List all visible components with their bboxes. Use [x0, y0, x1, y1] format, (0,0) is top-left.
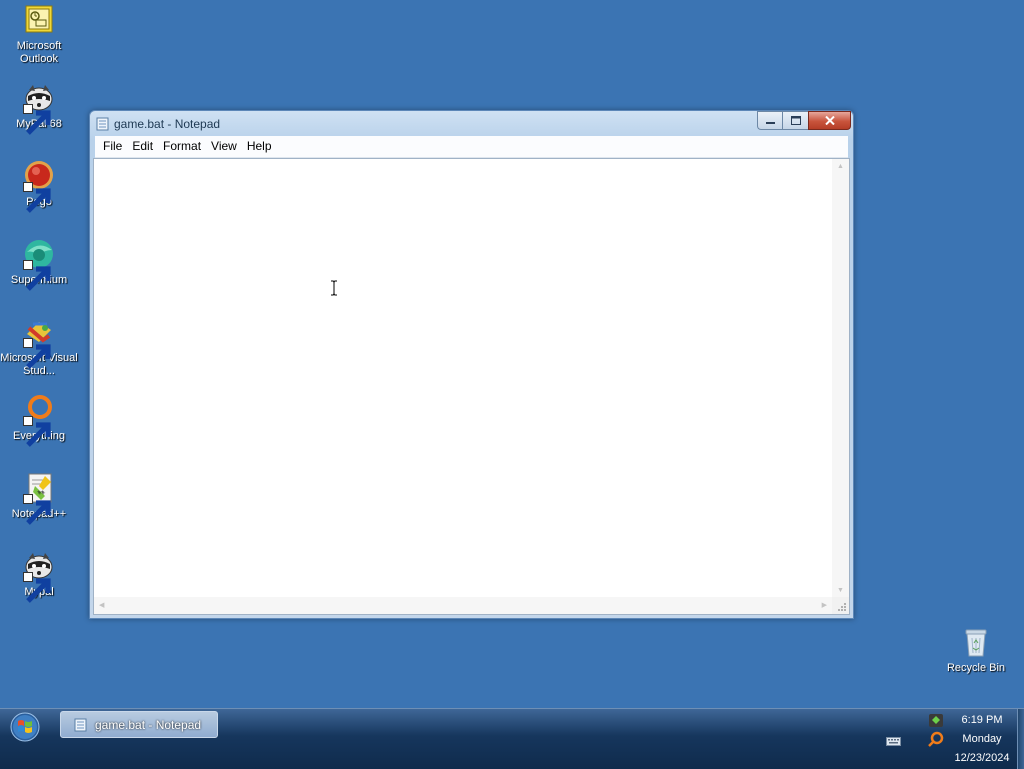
- desktop-icon-visual-studio[interactable]: Microsoft Visual Stud...: [0, 316, 78, 378]
- notepadplusplus-icon: ++: [23, 472, 55, 525]
- resize-grip-icon: [838, 603, 846, 611]
- everything-icon: [23, 394, 55, 447]
- keyboard-icon[interactable]: [886, 737, 901, 746]
- desktop-icon-label: Microsoft Outlook: [16, 40, 62, 65]
- maximize-icon: [790, 116, 801, 125]
- notepad-window[interactable]: game.bat - Notepad File Edit Format View…: [89, 110, 854, 619]
- supermium-icon: [23, 238, 55, 291]
- menu-view[interactable]: View: [206, 136, 242, 157]
- desktop-icon-label: Recycle Bin: [946, 662, 1006, 674]
- desktop-icon-notepadplusplus[interactable]: ++ Notepad++: [0, 472, 78, 525]
- shortcut-arrow-icon: [23, 494, 51, 525]
- vertical-scrollbar[interactable]: ▲ ▼: [832, 159, 849, 597]
- shortcut-arrow-icon: [23, 104, 51, 135]
- clock-date: 12/23/2024: [954, 752, 1010, 764]
- window-title: game.bat - Notepad: [114, 117, 221, 131]
- mypal-icon: [23, 550, 55, 603]
- title-bar[interactable]: game.bat - Notepad: [90, 111, 853, 136]
- scroll-left-icon[interactable]: ◀: [99, 601, 104, 609]
- notepad-app-icon: [74, 718, 87, 732]
- close-icon: [824, 116, 835, 125]
- outlook-icon: [23, 4, 55, 36]
- desktop-icon-outlook[interactable]: Microsoft Outlook: [0, 4, 78, 66]
- scroll-down-icon[interactable]: ▼: [837, 587, 844, 594]
- taskbar-button-notepad[interactable]: game.bat - Notepad: [60, 711, 218, 738]
- system-clock[interactable]: 6:19 PM Monday 12/23/2024: [940, 711, 1024, 768]
- desktop-icon-mypal[interactable]: Mypal: [0, 550, 78, 603]
- desktop-icon-supermium[interactable]: Supermium: [0, 238, 78, 291]
- desktop-icon-pego[interactable]: Pego: [0, 160, 78, 213]
- start-button[interactable]: [10, 712, 40, 742]
- minimize-icon: [765, 122, 775, 124]
- show-desktop-button[interactable]: [1017, 709, 1024, 769]
- clock-day: Monday: [962, 733, 1002, 745]
- taskbar: game.bat - Notepad 6:19 PM Monday 12/23/…: [0, 708, 1024, 769]
- taskbar-button-label: game.bat - Notepad: [95, 718, 202, 732]
- caption-buttons: [757, 111, 851, 130]
- shortcut-arrow-icon: [23, 416, 51, 447]
- editor-area: ▲ ▼ ◀ ▶: [93, 158, 850, 615]
- text-editor[interactable]: [94, 159, 832, 597]
- recycle-bin-icon: [960, 626, 992, 658]
- maximize-button[interactable]: [782, 111, 808, 130]
- windows-logo-icon: [10, 712, 40, 742]
- shortcut-arrow-icon: [23, 572, 51, 603]
- menu-help[interactable]: Help: [242, 136, 277, 157]
- resize-grip[interactable]: [832, 597, 849, 614]
- visual-studio-icon: [23, 316, 55, 369]
- horizontal-scrollbar[interactable]: ◀ ▶: [94, 597, 832, 614]
- shortcut-arrow-icon: [23, 182, 51, 213]
- pego-icon: [23, 160, 55, 213]
- menu-bar: File Edit Format View Help: [95, 136, 848, 158]
- minimize-button[interactable]: [757, 111, 782, 130]
- clock-time: 6:19 PM: [961, 714, 1003, 726]
- mypal-icon: [23, 82, 55, 135]
- text-cursor-icon: [331, 280, 337, 296]
- shortcut-arrow-icon: [23, 260, 51, 291]
- menu-format[interactable]: Format: [158, 136, 206, 157]
- menu-file[interactable]: File: [98, 136, 127, 157]
- menu-edit[interactable]: Edit: [127, 136, 158, 157]
- shortcut-arrow-icon: [23, 338, 51, 369]
- desktop-icon-everything[interactable]: Everything: [0, 394, 78, 447]
- scroll-up-icon[interactable]: ▲: [837, 163, 844, 170]
- notepad-app-icon: [96, 117, 109, 131]
- desktop-icon-recycle-bin[interactable]: Recycle Bin: [937, 626, 1015, 675]
- desktop-icon-mypal-68[interactable]: MyPal 68: [0, 82, 78, 135]
- close-button[interactable]: [808, 111, 851, 130]
- scroll-right-icon[interactable]: ▶: [822, 601, 827, 609]
